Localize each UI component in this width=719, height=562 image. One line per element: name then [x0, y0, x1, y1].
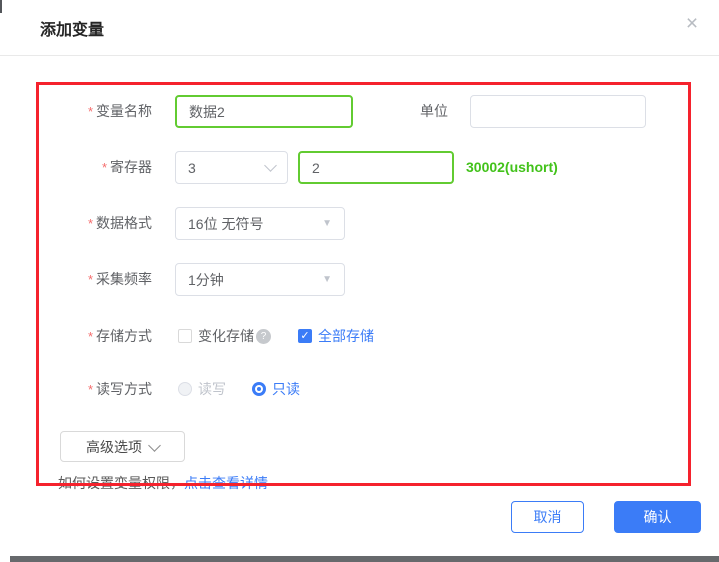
advanced-options-button[interactable]: 高级选项	[60, 431, 185, 462]
page-title: 添加变量	[40, 16, 104, 40]
permission-help-link[interactable]: 点击查看详情	[184, 475, 268, 491]
required-asterisk: *	[88, 104, 93, 119]
required-asterisk: *	[88, 216, 93, 231]
variable-name-label: *变量名称	[40, 95, 152, 128]
change-storage-label[interactable]: 变化存储	[198, 327, 254, 345]
data-format-value: 16位 无符号	[188, 214, 263, 234]
register-label: *寄存器	[40, 151, 152, 184]
data-format-select[interactable]: 16位 无符号 ▼	[175, 207, 345, 240]
radio-ring	[255, 385, 263, 393]
confirm-button[interactable]: 确认	[614, 501, 701, 533]
data-format-label: *数据格式	[40, 207, 152, 240]
header-divider	[0, 55, 719, 56]
caret-down-icon: ▼	[322, 218, 332, 229]
rw-mode-label: *读写方式	[40, 380, 152, 399]
register-hint: 30002(ushort)	[466, 151, 558, 184]
page-edge-strip	[10, 556, 719, 562]
chevron-down-icon	[148, 439, 161, 452]
advanced-options-label: 高级选项	[86, 437, 142, 457]
readwrite-label[interactable]: 读写	[198, 380, 226, 398]
chevron-down-icon	[264, 159, 277, 172]
help-circle-icon[interactable]: ?	[256, 329, 271, 344]
close-icon[interactable]: ×	[678, 10, 706, 38]
change-storage-checkbox[interactable]	[178, 329, 192, 343]
variable-name-input[interactable]	[175, 95, 353, 128]
page-corner-sliver	[0, 0, 2, 13]
required-asterisk: *	[88, 272, 93, 287]
collect-frequency-label: *采集频率	[40, 263, 152, 296]
storage-mode-label: *存储方式	[40, 327, 152, 346]
unit-input[interactable]	[470, 95, 646, 128]
dialog: 添加变量 × *变量名称 单位 *寄存器 3 30002(ushort) *数据…	[0, 0, 719, 562]
check-icon: ✓	[300, 329, 309, 343]
caret-down-icon: ▼	[322, 274, 332, 285]
cancel-button[interactable]: 取消	[511, 501, 584, 533]
unit-label: 单位	[390, 95, 448, 128]
readwrite-radio[interactable]	[178, 382, 192, 396]
collect-frequency-value: 1分钟	[188, 270, 224, 290]
register-address-input[interactable]	[298, 151, 454, 184]
required-asterisk: *	[88, 382, 93, 397]
readonly-radio[interactable]	[252, 382, 266, 396]
all-storage-label[interactable]: 全部存储	[318, 327, 374, 345]
required-asterisk: *	[102, 160, 107, 175]
required-asterisk: *	[88, 329, 93, 344]
register-type-select[interactable]: 3	[175, 151, 288, 184]
readonly-label[interactable]: 只读	[272, 380, 300, 398]
all-storage-checkbox[interactable]: ✓	[298, 329, 312, 343]
permission-help-text: 如何设置变量权限，点击查看详情	[58, 473, 268, 493]
collect-frequency-select[interactable]: 1分钟 ▼	[175, 263, 345, 296]
register-type-value: 3	[188, 160, 196, 176]
